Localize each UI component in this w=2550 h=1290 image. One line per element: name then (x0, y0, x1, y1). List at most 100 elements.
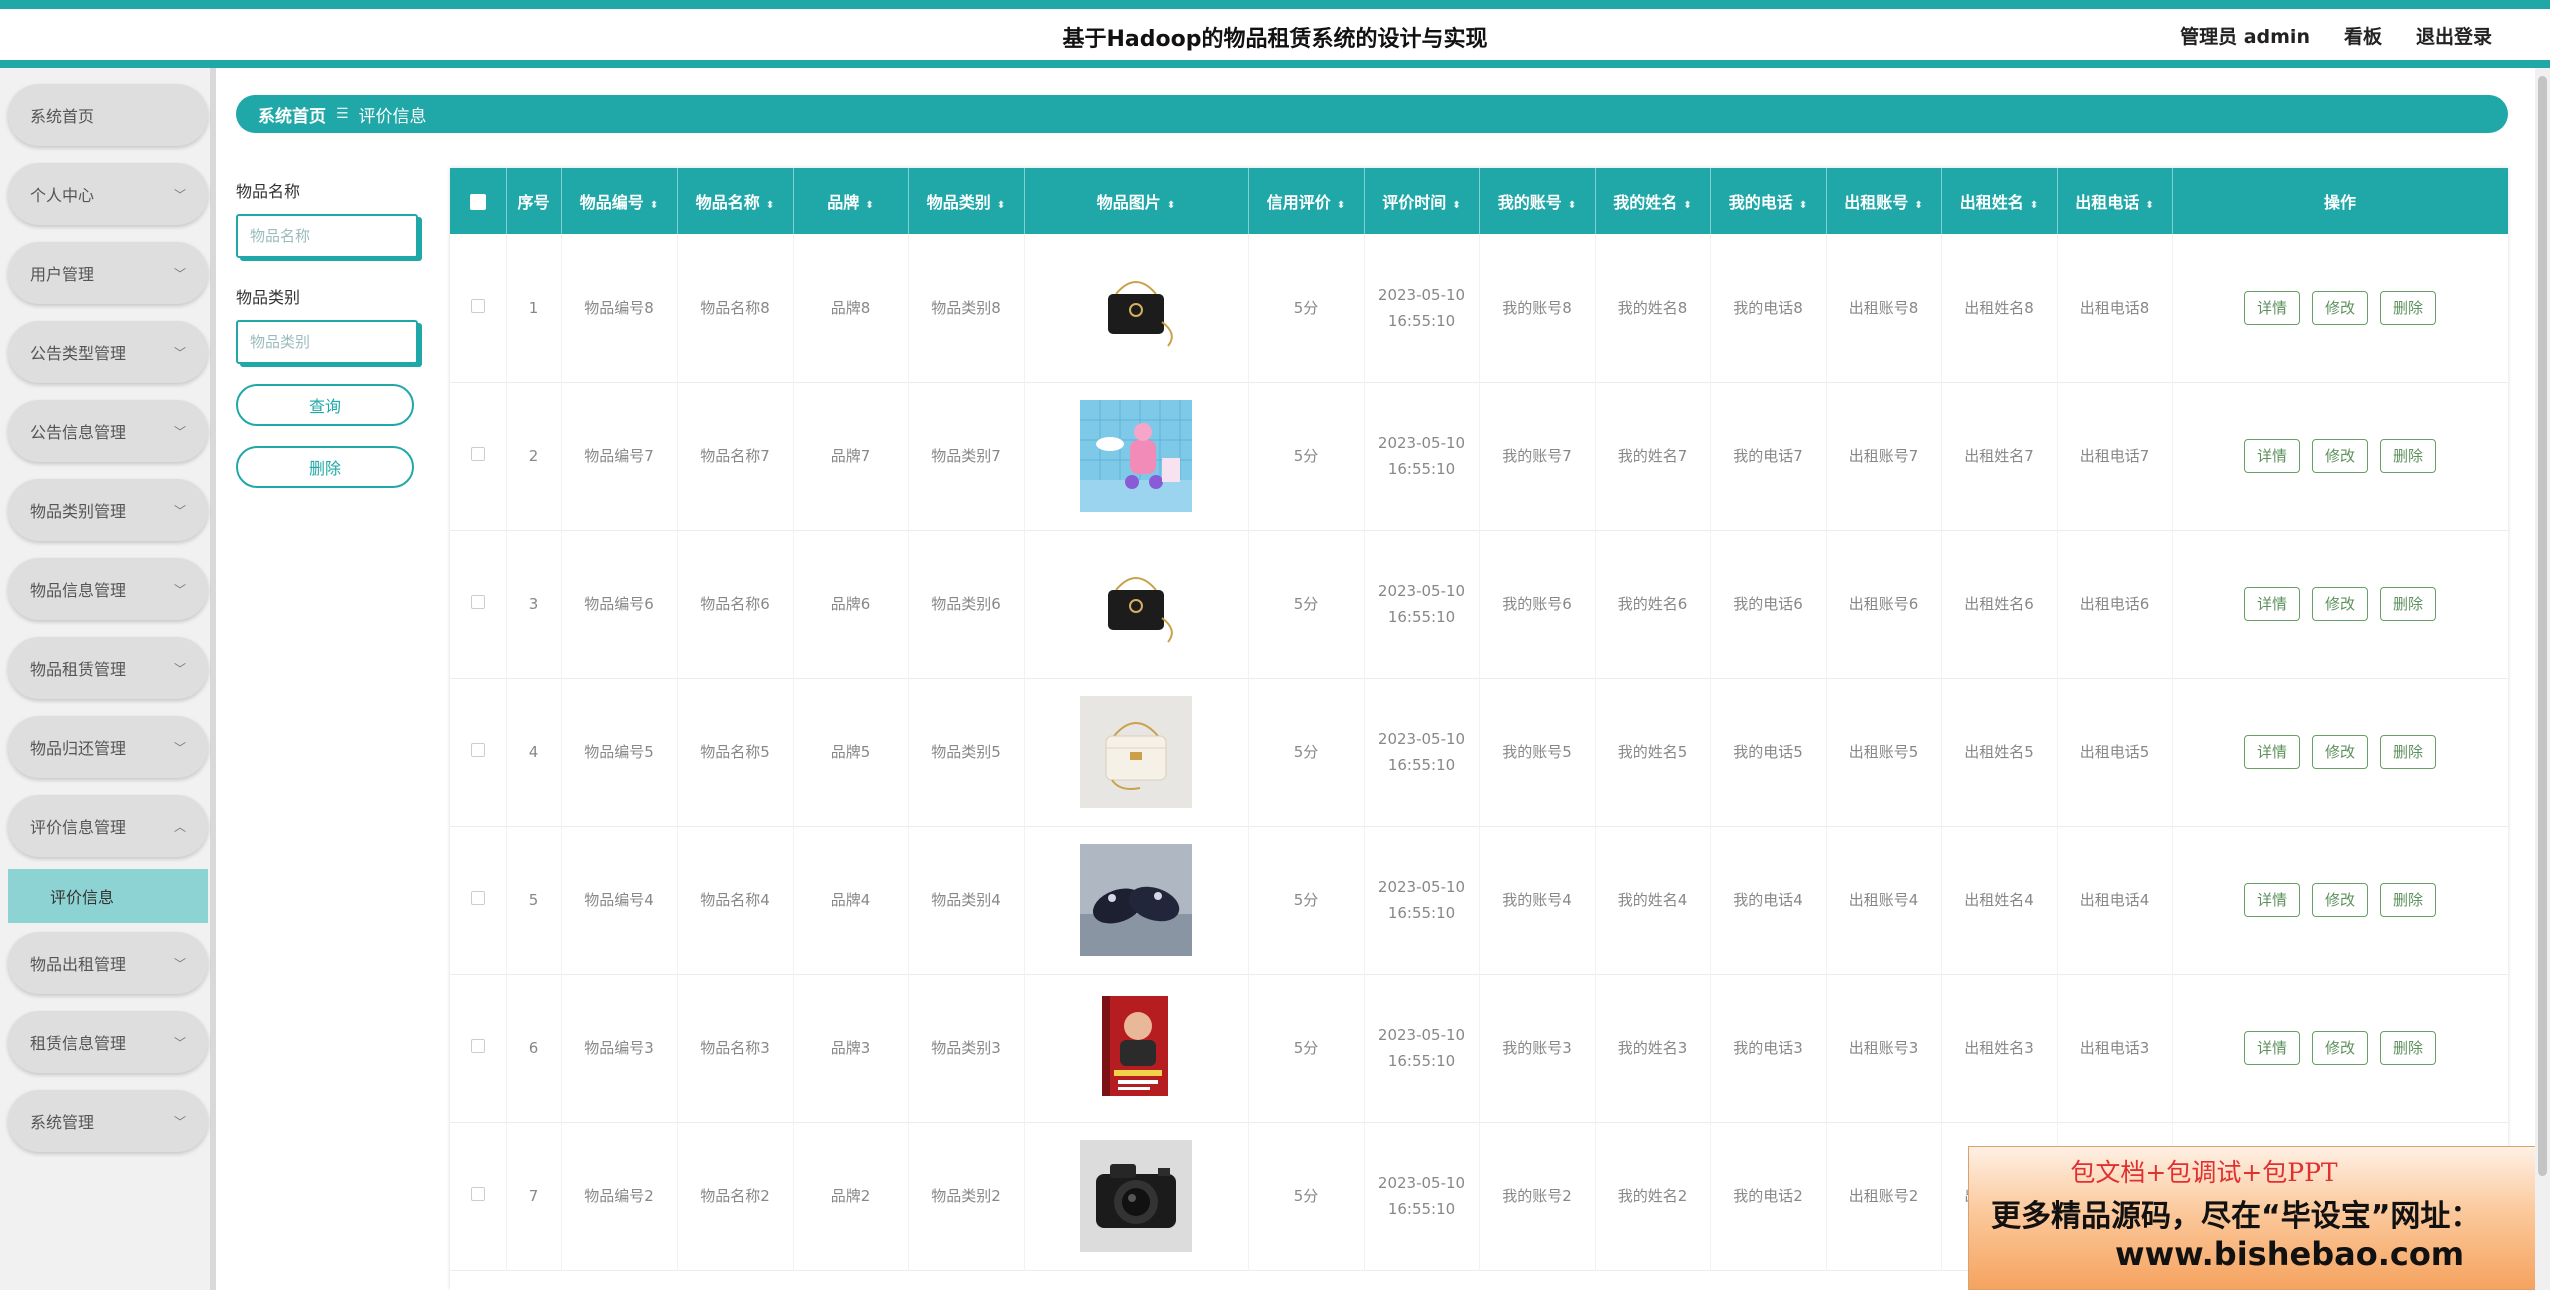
col-header-my-phone[interactable]: 我的电话 ⬍ (1710, 168, 1827, 234)
sort-icon[interactable]: ⬍ (1683, 200, 1691, 211)
sidebar-item-label: 用户管理 (30, 265, 95, 284)
item-image-thumbnail[interactable] (1080, 992, 1192, 1104)
col-header-item-name[interactable]: 物品名称 ⬍ (677, 168, 794, 234)
cell-row-number: 1 (506, 234, 562, 382)
item-category-label: 物品类别 (236, 288, 301, 307)
delete-button[interactable]: 删除 (2380, 290, 2436, 325)
row-checkbox[interactable] (470, 298, 485, 313)
sidebar-item-item-info-management[interactable]: 物品信息管理 ﹀ (8, 558, 208, 620)
sidebar-item-review-info-management[interactable]: 评价信息管理 ︿ (8, 795, 208, 857)
col-header-lessor-name[interactable]: 出租姓名 ⬍ (1941, 168, 2058, 234)
sort-icon[interactable]: ⬍ (1799, 200, 1807, 211)
sidebar-item-item-lease-out-management[interactable]: 物品出租管理 ﹀ (8, 932, 208, 994)
col-header-lessor-account[interactable]: 出租账号 ⬍ (1826, 168, 1942, 234)
detail-button[interactable]: 详情 (2244, 587, 2300, 621)
item-category-input[interactable] (236, 320, 418, 364)
sort-icon[interactable]: ⬍ (650, 200, 658, 211)
logout-link[interactable]: 退出登录 (2416, 22, 2492, 49)
col-header-credit-rating[interactable]: 信用评价 ⬍ (1248, 168, 1365, 234)
vertical-scrollbar[interactable] (2535, 68, 2550, 1290)
item-image-thumbnail[interactable] (1080, 400, 1192, 512)
delete-button[interactable]: 删除 (2380, 883, 2436, 917)
sort-icon[interactable]: ⬍ (1452, 200, 1460, 211)
ad-url[interactable]: www.bishebao.com (2115, 1235, 2464, 1273)
delete-button[interactable]: 删除 (2380, 439, 2436, 473)
col-header-my-name[interactable]: 我的姓名 ⬍ (1595, 168, 1711, 234)
col-header-item-code[interactable]: 物品编号 ⬍ (561, 168, 678, 234)
sidebar-item-item-return-management[interactable]: 物品归还管理 ﹀ (8, 716, 208, 778)
sidebar-subitem-review-info[interactable]: 评价信息 (8, 869, 208, 923)
admin-user-label[interactable]: 管理员 admin (2180, 22, 2310, 49)
review-table: 序号 物品编号 ⬍ 物品名称 ⬍ 品牌 ⬍ 物品类别 ⬍ 物品图片 ⬍ 信用评价 ⬍ 评价时间 ⬍ 我的账号 ⬍… (450, 168, 2508, 1271)
item-name-input[interactable] (236, 214, 418, 258)
edit-button[interactable]: 修改 (2312, 290, 2368, 325)
row-checkbox[interactable] (470, 743, 485, 757)
board-link[interactable]: 看板 (2344, 22, 2382, 49)
sidebar-item-item-category-management[interactable]: 物品类别管理 ﹀ (8, 479, 208, 541)
edit-button[interactable]: 修改 (2312, 883, 2368, 917)
sort-icon[interactable]: ⬍ (997, 200, 1005, 211)
delete-button[interactable]: 删除 (2380, 1031, 2436, 1065)
detail-button[interactable]: 详情 (2244, 290, 2300, 325)
select-all-checkbox[interactable] (469, 194, 486, 210)
cell-item-name: 物品名称7 (677, 382, 794, 530)
edit-button[interactable]: 修改 (2312, 735, 2368, 769)
delete-button[interactable]: 删除 (2380, 735, 2436, 769)
row-actions: 详情修改删除 (2173, 883, 2508, 917)
sidebar-item-user-management[interactable]: 用户管理 ﹀ (8, 242, 208, 304)
row-checkbox[interactable] (470, 1039, 485, 1053)
cell-my-phone: 我的电话3 (1710, 974, 1827, 1122)
sort-icon[interactable]: ⬍ (1337, 200, 1345, 211)
col-header-review-time[interactable]: 评价时间 ⬍ (1364, 168, 1480, 234)
edit-button[interactable]: 修改 (2312, 439, 2368, 473)
detail-button[interactable]: 详情 (2244, 439, 2300, 473)
sort-icon[interactable]: ⬍ (865, 200, 873, 211)
sort-icon[interactable]: ⬍ (2030, 200, 2038, 211)
breadcrumb-home[interactable]: 系统首页 (258, 102, 326, 127)
row-checkbox[interactable] (470, 891, 485, 905)
sidebar-item-system-management[interactable]: 系统管理 ﹀ (8, 1090, 208, 1152)
sidebar-item-notice-info-management[interactable]: 公告信息管理 ﹀ (8, 400, 208, 462)
item-image-thumbnail[interactable] (1080, 844, 1192, 956)
edit-button[interactable]: 修改 (2312, 587, 2368, 621)
row-checkbox[interactable] (470, 1187, 485, 1201)
sort-icon[interactable]: ⬍ (2145, 200, 2153, 211)
batch-delete-button[interactable]: 删除 (236, 446, 414, 488)
cell-lessor-name: 出租姓名5 (1941, 678, 2058, 826)
sort-icon[interactable]: ⬍ (1568, 200, 1576, 211)
chevron-up-icon: ︿ (173, 819, 186, 834)
detail-button[interactable]: 详情 (2244, 735, 2300, 769)
item-image-thumbnail[interactable] (1080, 1140, 1192, 1252)
sidebar-item-item-rental-management[interactable]: 物品租赁管理 ﹀ (8, 637, 208, 699)
cell-lessor-name: 出租姓名8 (1941, 234, 2058, 382)
cell-review-time: 2023-05-10 16:55:10 (1364, 234, 1480, 382)
query-button[interactable]: 查询 (236, 384, 414, 426)
scrollbar-thumb[interactable] (2538, 76, 2547, 1176)
sidebar-item-rental-info-management[interactable]: 租赁信息管理 ﹀ (8, 1011, 208, 1073)
detail-button[interactable]: 详情 (2244, 1031, 2300, 1065)
app-title: 基于Hadoop的物品租赁系统的设计与实现 (1062, 27, 1488, 52)
cell-item-image (1024, 678, 1249, 826)
sidebar-item-personal-center[interactable]: 个人中心 ﹀ (8, 163, 208, 225)
col-header-my-account[interactable]: 我的账号 ⬍ (1479, 168, 1596, 234)
item-image-thumbnail[interactable] (1080, 548, 1192, 660)
col-header-item-category[interactable]: 物品类别 ⬍ (908, 168, 1025, 234)
col-header-lessor-phone[interactable]: 出租电话 ⬍ (2057, 168, 2173, 234)
item-image-thumbnail[interactable] (1080, 696, 1192, 808)
sort-icon[interactable]: ⬍ (766, 200, 774, 211)
sidebar-item-notice-type-management[interactable]: 公告类型管理 ﹀ (8, 321, 208, 383)
row-checkbox[interactable] (470, 595, 485, 609)
col-header-item-image[interactable]: 物品图片 ⬍ (1024, 168, 1249, 234)
cell-review-time: 2023-05-10 16:55:10 (1364, 826, 1480, 974)
sort-icon[interactable]: ⬍ (1167, 200, 1175, 211)
cell-my-phone: 我的电话5 (1710, 678, 1827, 826)
sidebar-item-home[interactable]: 系统首页 (8, 84, 208, 146)
sort-icon[interactable]: ⬍ (1914, 200, 1922, 211)
sidebar-item-label: 个人中心 (30, 186, 95, 205)
edit-button[interactable]: 修改 (2312, 1031, 2368, 1065)
detail-button[interactable]: 详情 (2244, 883, 2300, 917)
row-checkbox[interactable] (470, 447, 485, 461)
delete-button[interactable]: 删除 (2380, 587, 2436, 621)
col-header-brand[interactable]: 品牌 ⬍ (793, 168, 909, 234)
item-image-thumbnail[interactable] (1080, 251, 1192, 364)
